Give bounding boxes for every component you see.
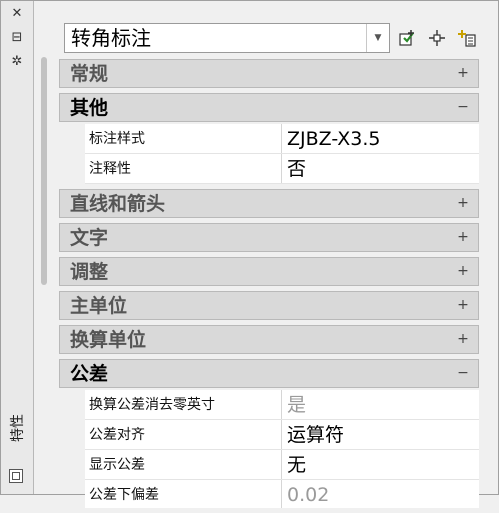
property-row[interactable]: 公差下偏差 0.02	[85, 480, 479, 508]
palette-menu-icon[interactable]	[9, 469, 23, 483]
toggle-pickadd-icon[interactable]	[456, 27, 478, 49]
category-lines-arrows[interactable]: 直线和箭头 +	[59, 189, 479, 218]
property-label: 公差对齐	[89, 427, 145, 443]
object-type-select[interactable]: 转角标注 ▼	[64, 23, 390, 53]
settings-icon[interactable]: ✲	[1, 55, 33, 69]
category-alternate-units[interactable]: 换算单位 +	[59, 325, 479, 354]
category-text[interactable]: 文字 +	[59, 223, 479, 252]
expand-icon[interactable]: +	[456, 331, 470, 347]
expand-icon[interactable]: +	[456, 263, 470, 279]
category-fit[interactable]: 调整 +	[59, 257, 479, 286]
property-value[interactable]: ZJBZ-X3.5	[287, 126, 380, 152]
expand-icon[interactable]: +	[456, 229, 470, 245]
property-label: 注释性	[89, 161, 131, 177]
property-label: 换算公差消去零英寸	[89, 397, 215, 413]
property-label: 显示公差	[89, 457, 145, 473]
property-row[interactable]: 标注样式 ZJBZ-X3.5	[85, 124, 479, 154]
category-misc-rows: 标注样式 ZJBZ-X3.5 注释性 否	[59, 124, 479, 184]
expand-icon[interactable]: +	[456, 297, 470, 313]
property-value[interactable]: 否	[287, 156, 306, 182]
category-primary-units[interactable]: 主单位 +	[59, 291, 479, 320]
property-value[interactable]: 无	[287, 452, 306, 478]
category-misc[interactable]: 其他 −	[59, 93, 479, 122]
select-objects-icon[interactable]	[426, 27, 448, 49]
chevron-down-icon[interactable]: ▼	[366, 24, 389, 52]
category-tolerances-rows: 换算公差消去零英寸 是 公差对齐 运算符 显示公差 无 公差下偏差 0.02	[59, 390, 479, 508]
property-row[interactable]: 公差对齐 运算符	[85, 420, 479, 450]
quick-select-icon[interactable]	[397, 27, 419, 49]
property-row[interactable]: 换算公差消去零英寸 是	[85, 390, 479, 420]
scrollbar-thumb[interactable]	[41, 57, 47, 285]
properties-palette: ✕ ⊟ ✲ 特性 转角标注 ▼ 常规 + 其他 − 标注样式 ZJBZ-X3.5…	[0, 0, 499, 508]
property-label: 标注样式	[89, 131, 145, 147]
object-type-value: 转角标注	[71, 26, 151, 50]
expand-icon[interactable]: +	[456, 195, 470, 211]
property-grid: 常规 + 其他 − 标注样式 ZJBZ-X3.5 注释性 否 直线和箭头 + 文…	[59, 59, 479, 513]
property-value[interactable]: 运算符	[287, 422, 344, 448]
property-label: 公差下偏差	[89, 487, 159, 503]
palette-title: 特性	[10, 414, 26, 442]
collapse-icon[interactable]: −	[456, 365, 470, 381]
close-icon[interactable]: ✕	[1, 7, 33, 21]
property-row[interactable]: 注释性 否	[85, 154, 479, 184]
palette-title-strip: ✕ ⊟ ✲ 特性	[1, 1, 34, 494]
collapse-icon[interactable]: −	[456, 99, 470, 115]
category-general[interactable]: 常规 +	[59, 59, 479, 88]
property-row[interactable]: 显示公差 无	[85, 450, 479, 480]
property-value[interactable]: 0.02	[287, 482, 329, 508]
autohide-icon[interactable]: ⊟	[1, 31, 33, 45]
category-tolerances[interactable]: 公差 −	[59, 359, 479, 388]
property-value[interactable]: 是	[287, 392, 306, 418]
expand-icon[interactable]: +	[456, 65, 470, 81]
